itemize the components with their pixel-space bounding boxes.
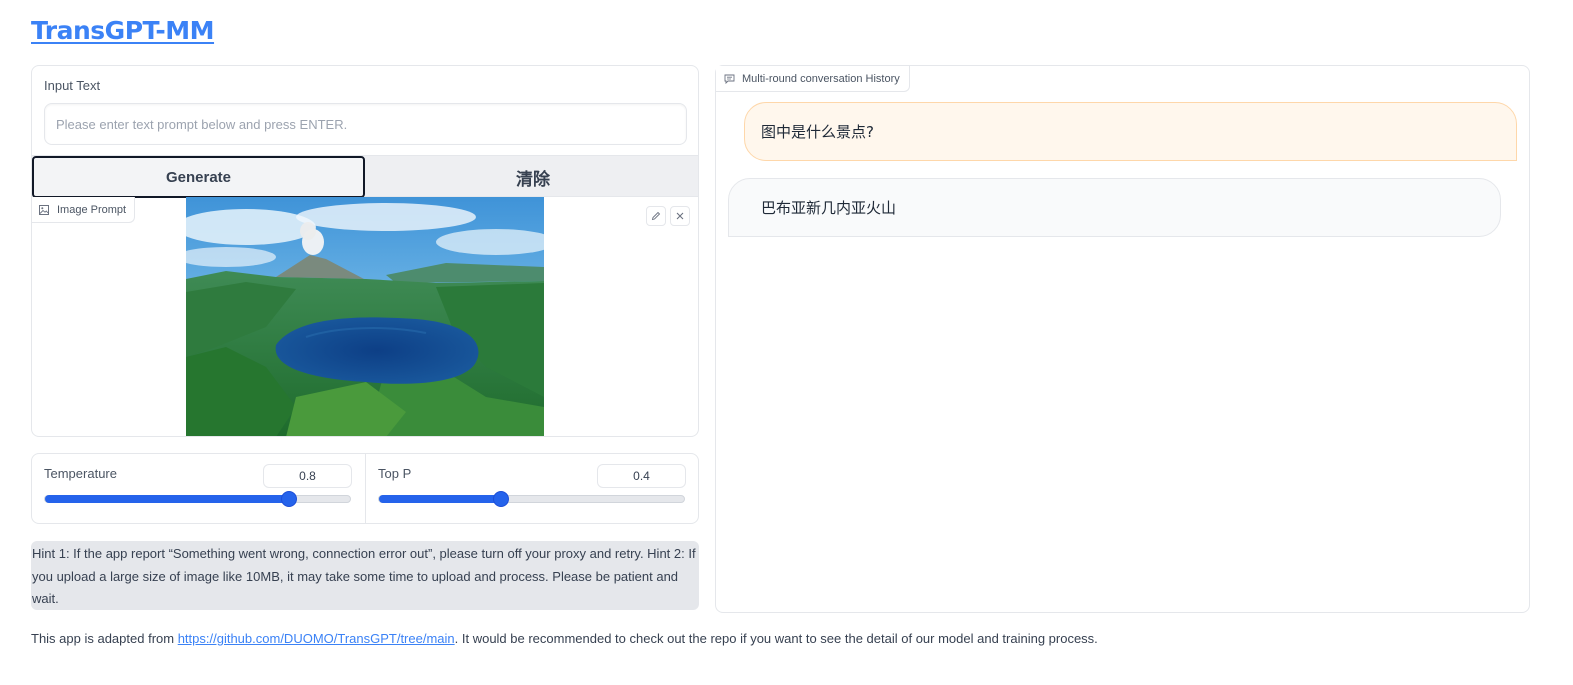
chat-icon (724, 74, 735, 84)
user-message: 图中是什么景点? (744, 102, 1517, 161)
chat-history-tag: Multi-round conversation History (716, 66, 910, 92)
temperature-slider-track[interactable] (44, 491, 351, 507)
input-panel: Input Text Generate 清除 Image Prompt (31, 65, 699, 437)
footer-suffix: . It would be recommended to check out t… (454, 631, 1098, 646)
top-p-slider-block: Top P (366, 454, 699, 523)
chat-history-label: Multi-round conversation History (742, 72, 900, 85)
top-p-slider-track[interactable] (378, 491, 685, 507)
temperature-label: Temperature (44, 466, 117, 481)
top-p-slider-thumb[interactable] (493, 491, 509, 507)
volcano-lake-image (186, 197, 544, 436)
footer-text: This app is adapted from https://github.… (31, 631, 1098, 646)
hint-text: Hint 1: If the app report “Something wen… (31, 541, 699, 610)
top-p-slider-fill (379, 495, 501, 503)
footer-prefix: This app is adapted from (31, 631, 178, 646)
clear-button[interactable]: 清除 (366, 156, 698, 198)
image-prompt-label: Image Prompt (57, 203, 127, 216)
input-text-label: Input Text (44, 78, 101, 93)
close-icon (676, 212, 684, 220)
top-p-number-input[interactable] (597, 464, 686, 488)
temperature-slider-thumb[interactable] (281, 491, 297, 507)
repo-link[interactable]: https://github.com/DUOMO/TransGPT/tree/m… (178, 631, 455, 646)
generate-button[interactable]: Generate (32, 156, 365, 198)
pencil-icon (651, 211, 661, 221)
remove-image-button[interactable] (670, 206, 690, 226)
temperature-number-input[interactable] (263, 464, 352, 488)
top-p-label: Top P (378, 466, 412, 481)
bot-message: 巴布亚新几内亚火山 (728, 178, 1501, 237)
sliders-panel: Temperature Top P (31, 453, 699, 524)
app-title[interactable]: TransGPT-MM (31, 16, 215, 45)
edit-image-button[interactable] (646, 206, 666, 226)
chat-panel: Multi-round conversation History 图中是什么景点… (715, 65, 1530, 613)
image-prompt-area[interactable]: Image Prompt (32, 197, 698, 436)
button-row: Generate 清除 (32, 155, 698, 198)
image-prompt-tag: Image Prompt (32, 197, 136, 223)
text-prompt-input[interactable] (44, 103, 687, 145)
image-icon (39, 204, 49, 215)
temperature-slider-block: Temperature (32, 454, 365, 523)
temperature-slider-fill (45, 495, 289, 503)
